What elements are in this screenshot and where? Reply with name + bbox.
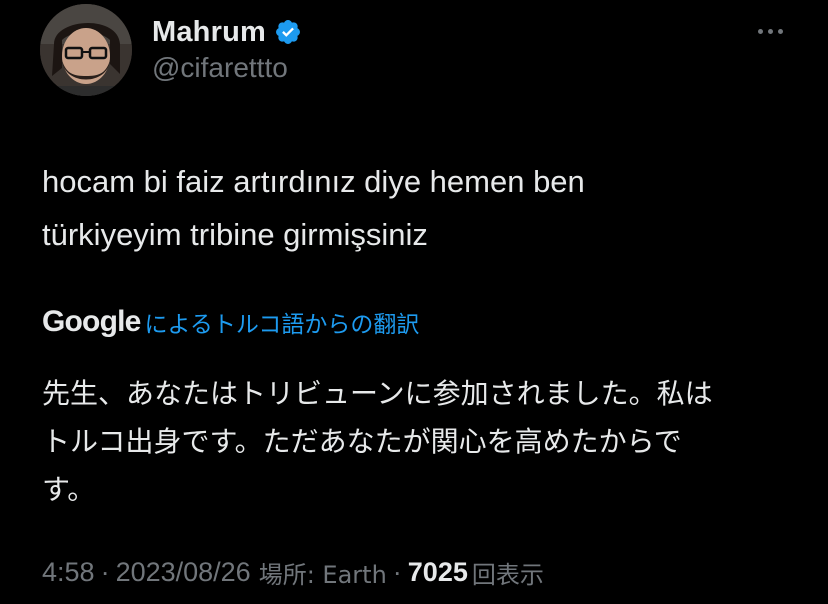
more-horizontal-icon bbox=[757, 28, 763, 34]
tweet-location: 場所: Earth bbox=[258, 560, 387, 589]
tweet-date[interactable]: 2023/08/26 bbox=[116, 557, 251, 588]
translated-text-line: トルコ出身です。ただあなたが関心を高めたからで bbox=[42, 425, 682, 458]
tweet-text-line: türkiyeyim tribine girmişsiniz bbox=[42, 217, 428, 252]
tweet-text-line: hocam bi faiz artırdınız diye hemen ben bbox=[42, 164, 585, 199]
profile-photo-icon bbox=[40, 4, 132, 96]
meta-separator: · bbox=[392, 556, 402, 587]
translated-text-line: 先生、あなたはトリビューンに参加されました。私は bbox=[42, 377, 713, 410]
author-display-name[interactable]: Mahrum bbox=[152, 16, 266, 49]
translation-attribution[interactable]: Google によるトルコ語からの翻訳 bbox=[42, 302, 419, 342]
translated-text-line: す。 bbox=[42, 473, 96, 506]
more-horizontal-icon-dot bbox=[777, 28, 783, 34]
author-handle[interactable]: @cifarettto bbox=[152, 52, 288, 84]
author-name-row[interactable]: Mahrum bbox=[152, 12, 302, 52]
tweet-text: hocam bi faiz artırdınız diye hemen ben … bbox=[42, 155, 782, 261]
google-logo: Google bbox=[42, 305, 141, 338]
translated-text: 先生、あなたはトリビューンに参加されました。私は トルコ出身です。ただあなたが関… bbox=[42, 370, 782, 514]
more-options-button[interactable] bbox=[748, 16, 792, 46]
author-avatar[interactable] bbox=[40, 4, 132, 96]
tweet-time[interactable]: 4:58 bbox=[42, 557, 95, 588]
translation-source-link[interactable]: によるトルコ語からの翻訳 bbox=[145, 305, 420, 339]
meta-separator: · bbox=[100, 556, 110, 587]
tweet-meta: 4:58 · 2023/08/26 場所: Earth · 7025 回表示 bbox=[42, 552, 544, 592]
verified-badge-icon[interactable] bbox=[274, 18, 302, 46]
views-label: 回表示 bbox=[471, 560, 544, 589]
tweet-detail: Mahrum @cifarettto hocam bi faiz artırdı… bbox=[0, 0, 828, 604]
more-horizontal-icon-dot bbox=[767, 28, 773, 34]
views-count[interactable]: 7025 bbox=[408, 557, 468, 588]
